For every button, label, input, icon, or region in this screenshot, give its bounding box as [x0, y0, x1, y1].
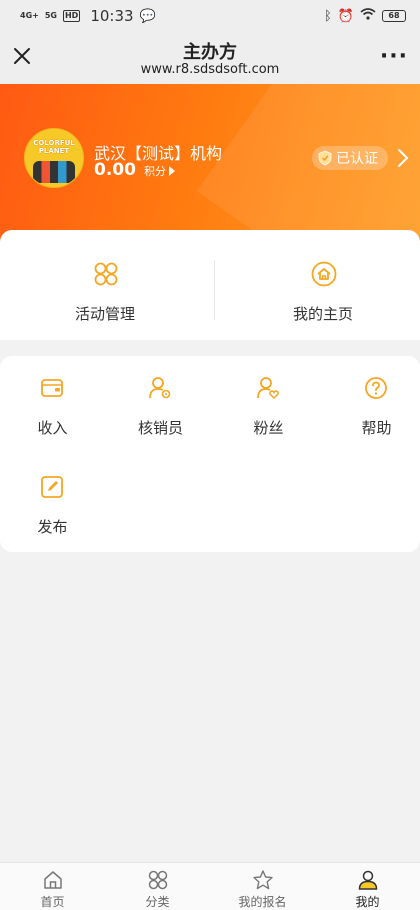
income-button[interactable]: 收入 — [0, 356, 105, 437]
avatar[interactable]: COLORFUL PLANET — [24, 128, 84, 188]
activity-management-label: 活动管理 — [74, 305, 135, 323]
tab-home[interactable]: 首页 — [0, 863, 105, 910]
fans-label: 粉丝 — [253, 419, 284, 437]
status-time: 10:33 — [90, 7, 134, 25]
my-homepage-label: 我的主页 — [292, 305, 353, 323]
grid-icon — [148, 870, 167, 890]
income-label: 收入 — [37, 419, 68, 437]
quick-actions-card: 活动管理 我的主页 — [0, 230, 420, 340]
avatar-logo-text: COLORFUL PLANET — [33, 139, 75, 155]
battery-indicator: 68 — [382, 10, 406, 22]
home-icon — [311, 261, 337, 287]
user-icon — [358, 870, 377, 890]
tab-category[interactable]: 分类 — [105, 863, 210, 910]
points-value: 0.00 — [94, 160, 136, 180]
tab-my-registrations[interactable]: 我的报名 — [210, 863, 315, 910]
tab-mine[interactable]: 我的 — [315, 863, 420, 910]
points-row[interactable]: 0.00 积分 — [94, 160, 175, 180]
profile-banner[interactable]: COLORFUL PLANET 武汉【测试】机构 0.00 积分 已认证 — [0, 84, 420, 244]
tab-bar: 首页 分类 我的报名 我的 — [0, 862, 420, 910]
chevron-right-icon[interactable] — [396, 148, 410, 168]
verified-label: 已认证 — [336, 151, 378, 167]
alarm-icon: ⏰ — [337, 8, 354, 24]
grid-icon — [94, 262, 118, 286]
points-link[interactable]: 积分 — [144, 163, 175, 179]
nav-bar: 主办方 www.r8.sdsdsoft.com ··· — [0, 32, 420, 84]
play-icon — [168, 166, 175, 176]
network-indicator-2: 5G — [44, 11, 57, 20]
my-homepage-button[interactable]: 我的主页 — [218, 230, 420, 340]
page-title: 主办方 — [183, 42, 237, 63]
activity-management-button[interactable]: 活动管理 — [0, 230, 210, 340]
help-icon — [365, 377, 387, 399]
edit-icon — [41, 476, 63, 498]
bluetooth-icon: ᛒ — [324, 8, 332, 24]
tools-card: 收入 核销员 粉丝 帮助 发布 — [0, 356, 420, 552]
points-label: 积分 — [143, 165, 166, 178]
status-left: 4G+ 5G HD 10:33 💬 — [20, 7, 156, 25]
tab-home-label: 首页 — [40, 895, 65, 909]
wifi-icon — [360, 8, 376, 24]
tab-mine-label: 我的 — [355, 895, 380, 909]
divider — [214, 260, 215, 320]
verified-badge: 已认证 — [312, 146, 388, 170]
verifier-label: 核销员 — [137, 419, 183, 437]
publish-button[interactable]: 发布 — [0, 455, 105, 536]
hd-indicator: HD — [62, 10, 81, 22]
more-icon[interactable]: ··· — [380, 44, 408, 69]
publish-label: 发布 — [37, 518, 68, 536]
network-indicator-1: 4G+ — [20, 11, 39, 20]
page-url: www.r8.sdsdsoft.com — [140, 62, 280, 77]
status-right: ᛒ ⏰ 68 — [324, 8, 406, 24]
avatar-people-graphic — [33, 161, 75, 183]
tab-my-registrations-label: 我的报名 — [238, 895, 287, 909]
verifier-button[interactable]: 核销员 — [108, 356, 213, 437]
fans-button[interactable]: 粉丝 — [216, 356, 321, 437]
star-icon — [252, 870, 273, 890]
status-bar: 4G+ 5G HD 10:33 💬 ᛒ ⏰ 68 — [0, 0, 420, 32]
help-label: 帮助 — [361, 419, 392, 437]
user-heart-icon — [257, 377, 279, 400]
tab-category-label: 分类 — [145, 895, 170, 909]
message-icon: 💬 — [139, 8, 156, 24]
shield-icon — [318, 150, 332, 166]
home-icon — [43, 871, 62, 889]
user-settings-icon — [149, 377, 171, 399]
wallet-icon — [41, 379, 63, 397]
help-button[interactable]: 帮助 — [324, 356, 420, 437]
